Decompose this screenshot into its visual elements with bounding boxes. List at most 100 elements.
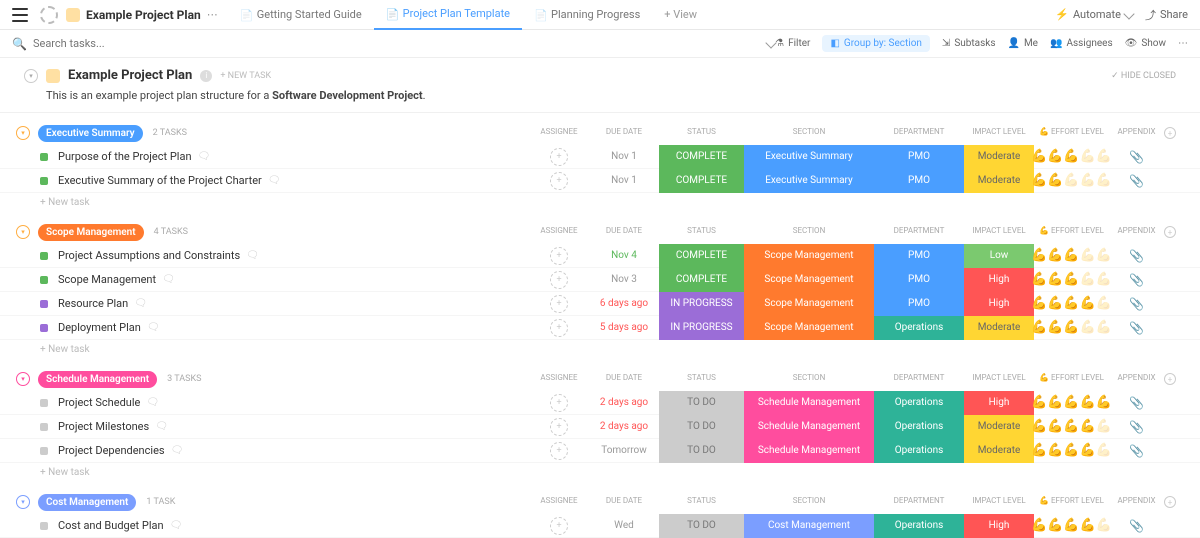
collapse-group-button[interactable]: ▾ [16,225,30,239]
new-task-row[interactable]: + New task [0,340,1200,359]
appendix-icon[interactable]: 📎 [1129,519,1144,533]
add-column-button[interactable]: + [1164,496,1184,508]
status-badge[interactable]: IN PROGRESS [659,292,744,316]
impact-badge[interactable]: Moderate [964,169,1034,193]
add-column-button[interactable]: + [1164,127,1184,139]
col-assignee[interactable]: ASSIGNEE [529,127,589,139]
task-name[interactable]: Project Schedule [58,396,140,409]
dept-badge[interactable]: PMO [874,292,964,316]
tab-planning-progress[interactable]: 📄Planning Progress [522,0,652,30]
status-square[interactable] [40,153,48,161]
new-task-button[interactable]: + NEW TASK [220,71,271,81]
appendix-icon[interactable]: 📎 [1129,321,1144,335]
assignee-avatar[interactable]: + [550,148,568,166]
task-row[interactable]: Resource Plan🗨+6 days agoIN PROGRESSScop… [0,292,1200,316]
appendix-icon[interactable]: 📎 [1129,174,1144,188]
group-pill[interactable]: Scope Management [38,224,144,241]
appendix-icon[interactable]: 📎 [1129,273,1144,287]
effort-level[interactable]: 💪💪💪💪💪 [1034,514,1109,538]
dept-badge[interactable]: PMO [874,268,964,292]
status-badge[interactable]: COMPLETE [659,268,744,292]
assignee-avatar[interactable]: + [550,271,568,289]
effort-level[interactable]: 💪💪💪💪💪 [1034,145,1109,169]
automate-button[interactable]: ⚡ Automate [1055,8,1133,21]
me-button[interactable]: 👤Me [1007,38,1038,49]
task-row[interactable]: Project Dependencies🗨+TomorrowTO DOSched… [0,439,1200,463]
add-column-button[interactable]: + [1164,226,1184,238]
workspace-icon[interactable] [40,6,58,24]
due-date[interactable]: 6 days ago [589,292,659,316]
col-dept[interactable]: DEPARTMENT [874,226,964,238]
task-name[interactable]: Cost and Budget Plan [58,519,164,532]
tab-project-plan-template[interactable]: 📄Project Plan Template [374,0,522,30]
subtasks-button[interactable]: ⇲Subtasks [942,38,996,49]
task-name[interactable]: Executive Summary of the Project Charter [58,174,262,187]
collapse-group-button[interactable]: ▾ [16,372,30,386]
dept-badge[interactable]: Operations [874,391,964,415]
section-badge[interactable]: Schedule Management [744,415,874,439]
col-assignee[interactable]: ASSIGNEE [529,496,589,508]
col-due[interactable]: DUE DATE [589,373,659,385]
section-badge[interactable]: Schedule Management [744,391,874,415]
group-pill[interactable]: Executive Summary [38,125,143,142]
task-name[interactable]: Purpose of the Project Plan [58,150,192,163]
assignee-avatar[interactable]: + [550,418,568,436]
impact-badge[interactable]: High [964,268,1034,292]
col-appendix[interactable]: APPENDIX [1109,496,1164,508]
comment-icon[interactable]: 🗨 [155,421,168,432]
col-effort[interactable]: 💪 EFFORT LEVEL [1034,226,1109,238]
appendix-icon[interactable]: 📎 [1129,297,1144,311]
effort-level[interactable]: 💪💪💪💪💪 [1034,292,1109,316]
col-appendix[interactable]: APPENDIX [1109,226,1164,238]
status-square[interactable] [40,300,48,308]
dept-badge[interactable]: Operations [874,316,964,340]
dept-badge[interactable]: PMO [874,244,964,268]
collapse-group-button[interactable]: ▾ [16,495,30,509]
comment-icon[interactable]: 🗨 [198,151,211,162]
assignee-avatar[interactable]: + [550,172,568,190]
task-name[interactable]: Project Dependencies [58,444,165,457]
col-appendix[interactable]: APPENDIX [1109,373,1164,385]
add-view-button[interactable]: + View [652,0,709,29]
status-square[interactable] [40,522,48,530]
assignee-avatar[interactable]: + [550,394,568,412]
impact-badge[interactable]: Moderate [964,439,1034,463]
col-due[interactable]: DUE DATE [589,226,659,238]
assignee-avatar[interactable]: + [550,319,568,337]
due-date[interactable]: 2 days ago [589,391,659,415]
tab-getting-started-guide[interactable]: 📄Getting Started Guide [228,0,374,30]
due-date[interactable]: Wed [589,514,659,538]
list-title[interactable]: Example Project Plan [68,68,192,83]
section-badge[interactable]: Scope Management [744,268,874,292]
col-section[interactable]: SECTION [744,373,874,385]
effort-level[interactable]: 💪💪💪💪💪 [1034,415,1109,439]
appendix-icon[interactable]: 📎 [1129,444,1144,458]
new-task-row[interactable]: + New task [0,193,1200,212]
col-effort[interactable]: 💪 EFFORT LEVEL [1034,373,1109,385]
comment-icon[interactable]: 🗨 [171,445,184,456]
due-date[interactable]: Nov 3 [589,268,659,292]
assignee-avatar[interactable]: + [550,517,568,535]
appendix-icon[interactable]: 📎 [1129,249,1144,263]
comment-icon[interactable]: 🗨 [268,175,281,186]
col-dept[interactable]: DEPARTMENT [874,373,964,385]
task-row[interactable]: Purpose of the Project Plan🗨+Nov 1COMPLE… [0,145,1200,169]
section-badge[interactable]: Executive Summary [744,145,874,169]
section-badge[interactable]: Cost Management [744,514,874,538]
comment-icon[interactable]: 🗨 [162,274,175,285]
section-badge[interactable]: Executive Summary [744,169,874,193]
comment-icon[interactable]: 🗨 [146,397,159,408]
impact-badge[interactable]: Moderate [964,316,1034,340]
dept-badge[interactable]: Operations [874,439,964,463]
show-button[interactable]: 👁Show [1125,38,1166,49]
due-date[interactable]: Nov 1 [589,145,659,169]
dept-badge[interactable]: PMO [874,169,964,193]
task-row[interactable]: Project Assumptions and Constraints🗨+Nov… [0,244,1200,268]
impact-badge[interactable]: High [964,391,1034,415]
impact-badge[interactable]: Moderate [964,415,1034,439]
effort-level[interactable]: 💪💪💪💪💪 [1034,268,1109,292]
hamburger-icon[interactable] [12,8,28,22]
new-task-row[interactable]: + New task [0,463,1200,482]
group-by-button[interactable]: ◧Group by: Section [822,35,929,52]
more-icon[interactable]: ⋯ [207,8,218,21]
